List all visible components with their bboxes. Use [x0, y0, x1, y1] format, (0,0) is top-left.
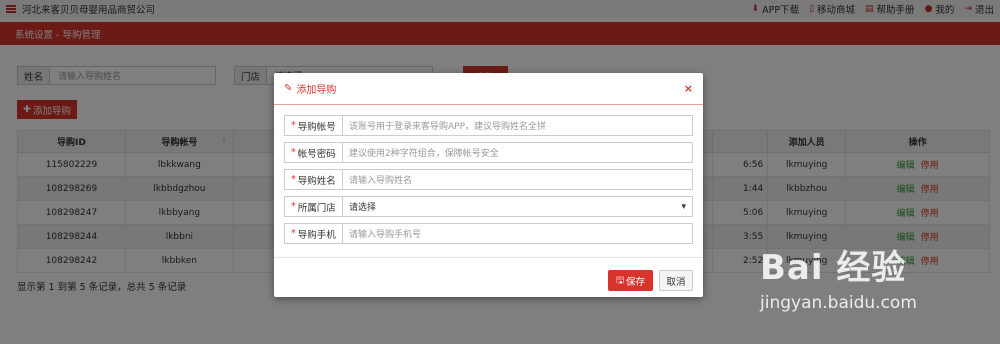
close-icon[interactable]: × — [684, 82, 693, 95]
add-guide-dialog: ✎ 添加导购 × * 导购帐号 该账号用于登录来客导购APP，建议导购姓名全拼 *… — [274, 73, 703, 297]
save-button[interactable]: 🖫 保存 — [608, 270, 653, 291]
field-label: * 所属门店 — [285, 197, 343, 216]
field-label: * 导购帐号 — [285, 116, 343, 135]
dialog-title: ✎ 添加导购 — [284, 81, 336, 96]
name-field: * 导购姓名 请输入导购姓名 — [284, 169, 693, 190]
phone-input[interactable]: 请输入导购手机号 — [343, 224, 692, 243]
save-label: 保存 — [626, 276, 646, 288]
phone-field: * 导购手机 请输入导购手机号 — [284, 223, 693, 244]
name-input[interactable]: 请输入导购姓名 — [343, 170, 692, 189]
watermark-url: jingyan.baidu.com — [760, 293, 917, 313]
cancel-button[interactable]: 取消 — [659, 270, 693, 291]
watermark-logo: Bai 经验 — [760, 248, 907, 288]
add-guide-form: * 导购帐号 该账号用于登录来客导购APP，建议导购姓名全拼 * 帐号密码 建议使用… — [284, 115, 693, 250]
field-label: * 帐号密码 — [285, 143, 343, 162]
dialog-footer: 🖫 保存 取消 — [274, 257, 703, 297]
account-input[interactable]: 该账号用于登录来客导购APP，建议导购姓名全拼 — [343, 116, 692, 135]
caret-down-icon: ▾ — [681, 201, 686, 212]
store-field: * 所属门店 请选择 ▾ — [284, 196, 693, 217]
field-label: * 导购手机 — [285, 224, 343, 243]
password-input[interactable]: 建议使用2种字符组合，保障帐号安全 — [343, 143, 692, 162]
baidu-watermark: Bai 经验 jingyan.baidu.com — [760, 240, 917, 313]
store-select-value: 请选择 — [349, 203, 377, 213]
account-field: * 导购帐号 该账号用于登录来客导购APP，建议导购姓名全拼 — [284, 115, 693, 136]
edit-icon: ✎ — [284, 83, 293, 94]
store-select[interactable]: 请选择 ▾ — [343, 197, 692, 216]
dialog-title-text: 添加导购 — [296, 85, 337, 96]
dialog-header: ✎ 添加导购 × — [274, 73, 703, 105]
save-icon: 🖫 — [615, 274, 625, 286]
field-label: * 导购姓名 — [285, 170, 343, 189]
password-field: * 帐号密码 建议使用2种字符组合，保障帐号安全 — [284, 142, 693, 163]
